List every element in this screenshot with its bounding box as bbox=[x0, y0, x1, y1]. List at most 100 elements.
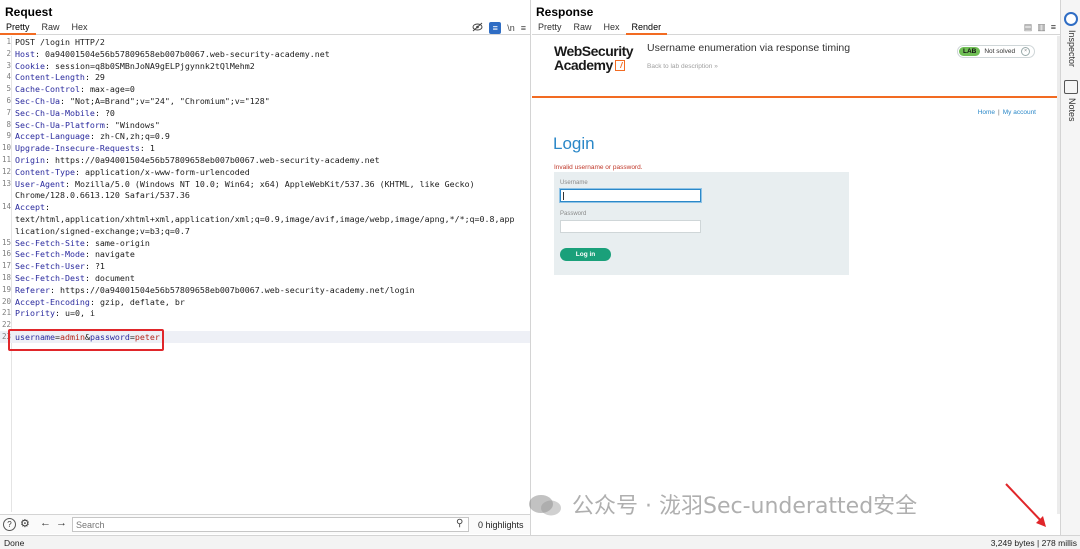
search-icon: ⚲ bbox=[456, 518, 464, 529]
next-arrow-icon[interactable]: → bbox=[56, 517, 67, 529]
response-toolbar: ▤ ▥ ≡ bbox=[1024, 22, 1056, 33]
rendered-page: WebSecurity Academy Username enumeration… bbox=[532, 36, 1060, 514]
code-text: Cookie: session=q8b0SMBnJoNA9gELPjgynnk2… bbox=[15, 60, 255, 72]
code-text: Referer: https://0a94001504e56b57809658e… bbox=[15, 284, 415, 296]
header-value: Chrome/128.0.6613.120 Safari/537.36 bbox=[15, 190, 190, 201]
search-input[interactable] bbox=[72, 517, 469, 532]
header-name: Accept-Encoding bbox=[15, 296, 90, 307]
menu-icon[interactable]: ≡ bbox=[521, 23, 526, 33]
lab-title: Username enumeration via response timing bbox=[647, 42, 851, 54]
hide-icon[interactable] bbox=[472, 22, 483, 34]
request-search-bar: ? ⚙ ← → ⚲ 0 highlights bbox=[0, 514, 530, 534]
header-colon: : bbox=[54, 308, 65, 319]
header-colon: : bbox=[44, 202, 50, 213]
response-stats: 3,249 bytes | 278 millis bbox=[990, 538, 1077, 548]
request-title: Request bbox=[5, 5, 53, 19]
pretty-print-icon[interactable]: ▤ bbox=[1024, 22, 1033, 33]
line-number: 17 bbox=[1, 261, 11, 271]
notes-icon[interactable] bbox=[1064, 80, 1078, 94]
tab-pretty[interactable]: Pretty bbox=[0, 20, 36, 35]
tab-hex[interactable]: Hex bbox=[598, 20, 626, 35]
tab-raw[interactable]: Raw bbox=[568, 20, 598, 35]
header-name: User-Agent bbox=[15, 178, 65, 189]
header-value: Mozilla/5.0 (Windows NT 10.0; Win64; x64… bbox=[74, 178, 475, 189]
code-line: 5 Cache-Control: max-age=0 bbox=[0, 83, 530, 95]
header-name: Content-Type bbox=[15, 166, 75, 177]
line-number: 19 bbox=[1, 284, 11, 294]
code-text: POST /login HTTP/2 bbox=[15, 36, 105, 48]
header-value: 29 bbox=[94, 72, 105, 83]
header-value: 0a94001504e56b57809658eb007b0067.web-sec… bbox=[44, 48, 330, 59]
code-text: Chrome/128.0.6613.120 Safari/537.36 bbox=[15, 189, 190, 201]
newline-icon[interactable]: ▥ bbox=[1037, 22, 1046, 33]
header-name: Upgrade-Insecure-Requests bbox=[15, 143, 140, 154]
header-name: Host bbox=[15, 48, 35, 59]
code-text: Sec-Ch-Ua: "Not;A=Brand";v="24", "Chromi… bbox=[15, 95, 270, 107]
line-number: 16 bbox=[1, 249, 11, 259]
code-line: 20 Accept-Encoding: gzip, deflate, br bbox=[0, 296, 530, 308]
code-line: 4 Content-Length: 29 bbox=[0, 71, 530, 83]
header-value: navigate bbox=[94, 249, 135, 260]
password-field[interactable] bbox=[560, 220, 701, 233]
code-line: 10 Upgrade-Insecure-Requests: 1 bbox=[0, 142, 530, 154]
code-text: text/html,application/xhtml+xml,applicat… bbox=[15, 213, 515, 225]
line-number: 15 bbox=[1, 237, 11, 247]
watermark: 公众号 · 泷羽Sec-underatted安全 bbox=[528, 488, 917, 520]
header-name: Sec-Ch-Ua bbox=[15, 96, 60, 106]
code-line: 1 POST /login HTTP/2 bbox=[0, 36, 530, 48]
header-colon: : bbox=[139, 143, 150, 154]
inspector-tab[interactable]: Inspector bbox=[1067, 30, 1077, 67]
error-message: Invalid username or password. bbox=[554, 164, 643, 171]
code-line: lication/signed-exchange;v=b3;q=0.7 bbox=[0, 225, 530, 237]
highlight-box bbox=[8, 329, 164, 351]
line-number: 10 bbox=[1, 143, 11, 153]
code-line: 12 Content-Type: application/x-www-form-u… bbox=[0, 166, 530, 178]
header-colon: : bbox=[84, 237, 95, 248]
code-text: Content-Length: 29 bbox=[15, 71, 105, 83]
tab-hex[interactable]: Hex bbox=[66, 20, 94, 35]
notes-tab[interactable]: Notes bbox=[1067, 98, 1077, 122]
line-number: 12 bbox=[1, 166, 11, 176]
username-label: Username bbox=[560, 180, 588, 186]
tab-pretty[interactable]: Pretty bbox=[532, 20, 568, 35]
code-text: Accept: bbox=[15, 201, 50, 213]
lab-status: Not solved bbox=[984, 48, 1016, 55]
newline-icon[interactable]: \n bbox=[507, 23, 515, 33]
lab-status-badge: LAB Not solved × bbox=[957, 45, 1035, 58]
header-name: Sec-Fetch-Site bbox=[15, 237, 85, 248]
nav-home-link[interactable]: Home bbox=[978, 109, 995, 116]
tab-render[interactable]: Render bbox=[625, 20, 668, 35]
header-colon: : bbox=[94, 107, 105, 118]
header-name: Sec-Fetch-User bbox=[15, 261, 85, 272]
inspector-icon[interactable] bbox=[1064, 12, 1078, 26]
code-line: 7 Sec-Ch-Ua-Mobile: ?0 bbox=[0, 107, 530, 119]
header-name: Sec-Fetch-Mode bbox=[15, 249, 85, 260]
code-line: 11 Origin: https://0a94001504e56b57809658… bbox=[0, 154, 530, 166]
header-value: session=q8b0SMBnJoNA9gELPjgynnk2tQlMehm2 bbox=[54, 60, 255, 71]
header-value: ?0 bbox=[104, 107, 115, 118]
tab-raw[interactable]: Raw bbox=[36, 20, 66, 35]
pretty-print-icon[interactable]: ≡ bbox=[489, 22, 502, 34]
nav-my-account-link[interactable]: My account bbox=[1003, 109, 1036, 116]
prev-arrow-icon[interactable]: ← bbox=[40, 517, 51, 529]
header-value: zh-CN,zh;q=0.9 bbox=[99, 131, 170, 142]
settings-icon[interactable]: ⚙ bbox=[20, 517, 30, 530]
code-line: 8 Sec-Ch-Ua-Platform: "Windows" bbox=[0, 119, 530, 131]
header-colon: : bbox=[89, 131, 100, 142]
line-number: 5 bbox=[6, 84, 11, 94]
header-value: https://0a94001504e56b57809658eb007b0067… bbox=[54, 155, 380, 165]
code-text: Accept-Language: zh-CN,zh;q=0.9 bbox=[15, 130, 170, 142]
username-field[interactable] bbox=[560, 189, 701, 202]
request-editor[interactable]: 1 POST /login HTTP/2 2 Host: 0a94001504e56b… bbox=[0, 36, 530, 512]
code-text: Priority: u=0, i bbox=[15, 307, 95, 319]
top-nav: Home | My account bbox=[978, 109, 1036, 116]
header-value: application/x-www-form-urlencoded bbox=[84, 166, 250, 177]
text-caret bbox=[563, 192, 564, 200]
help-icon[interactable]: ? bbox=[3, 518, 16, 531]
wechat-icon bbox=[529, 495, 561, 516]
header-value: max-age=0 bbox=[89, 84, 135, 95]
login-button[interactable]: Log in bbox=[560, 248, 611, 261]
menu-icon[interactable]: ≡ bbox=[1051, 22, 1056, 33]
header-colon: : bbox=[79, 84, 90, 95]
back-to-lab-link[interactable]: Back to lab description » bbox=[647, 63, 718, 70]
